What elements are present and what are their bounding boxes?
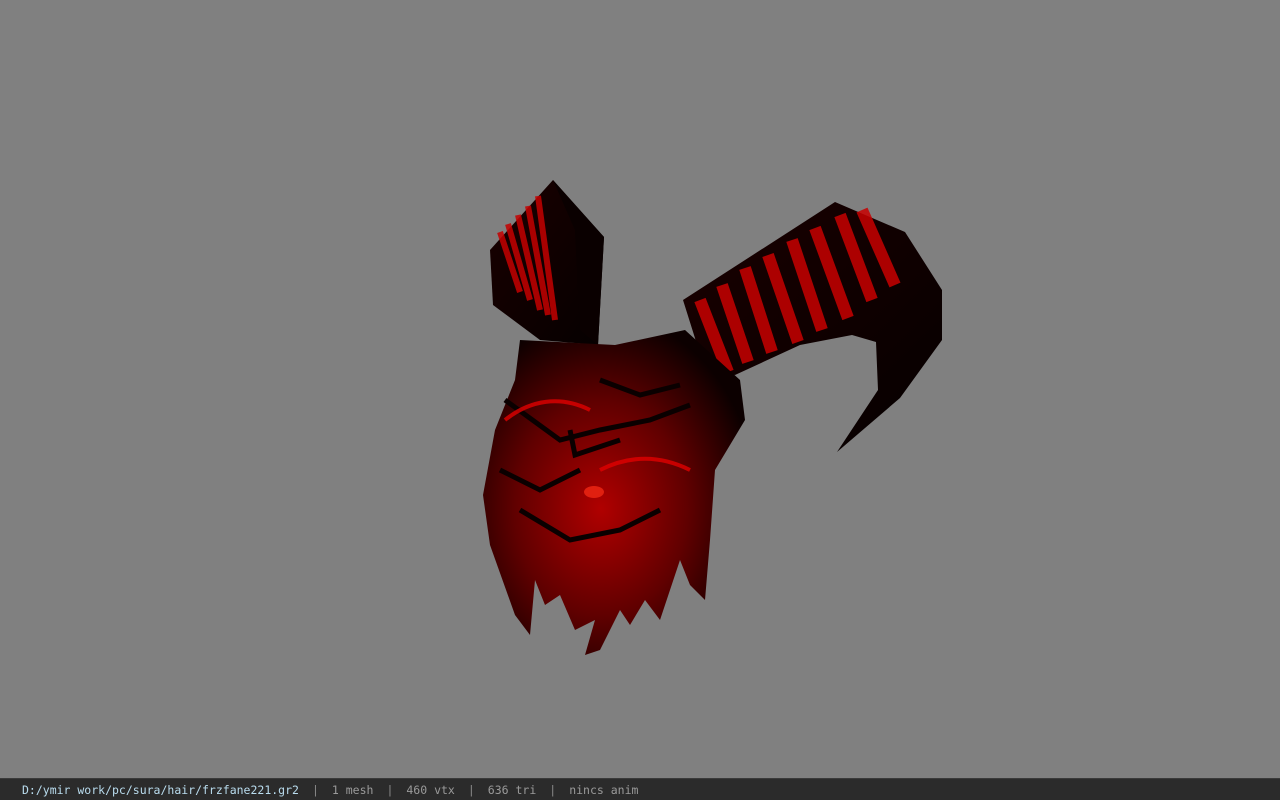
eye-icon bbox=[584, 486, 604, 498]
demon-head bbox=[483, 330, 745, 655]
separator: | bbox=[549, 782, 557, 797]
3d-viewport[interactable] bbox=[0, 0, 1280, 778]
triangle-count: 636 tri bbox=[487, 782, 537, 797]
mesh-count: 1 mesh bbox=[331, 782, 374, 797]
vertex-count: 460 vtx bbox=[406, 782, 455, 797]
left-horn bbox=[490, 180, 604, 345]
animation-status: nincs anim bbox=[569, 782, 639, 797]
status-bar: D:/ymir work/pc/sura/hair/frzfane221.gr2… bbox=[0, 778, 1280, 800]
separator: | bbox=[311, 782, 319, 797]
file-path: D:/ymir work/pc/sura/hair/frzfane221.gr2 bbox=[22, 782, 299, 797]
demon-helmet-model[interactable] bbox=[0, 0, 1280, 778]
separator: | bbox=[386, 782, 394, 797]
separator: | bbox=[467, 782, 475, 797]
